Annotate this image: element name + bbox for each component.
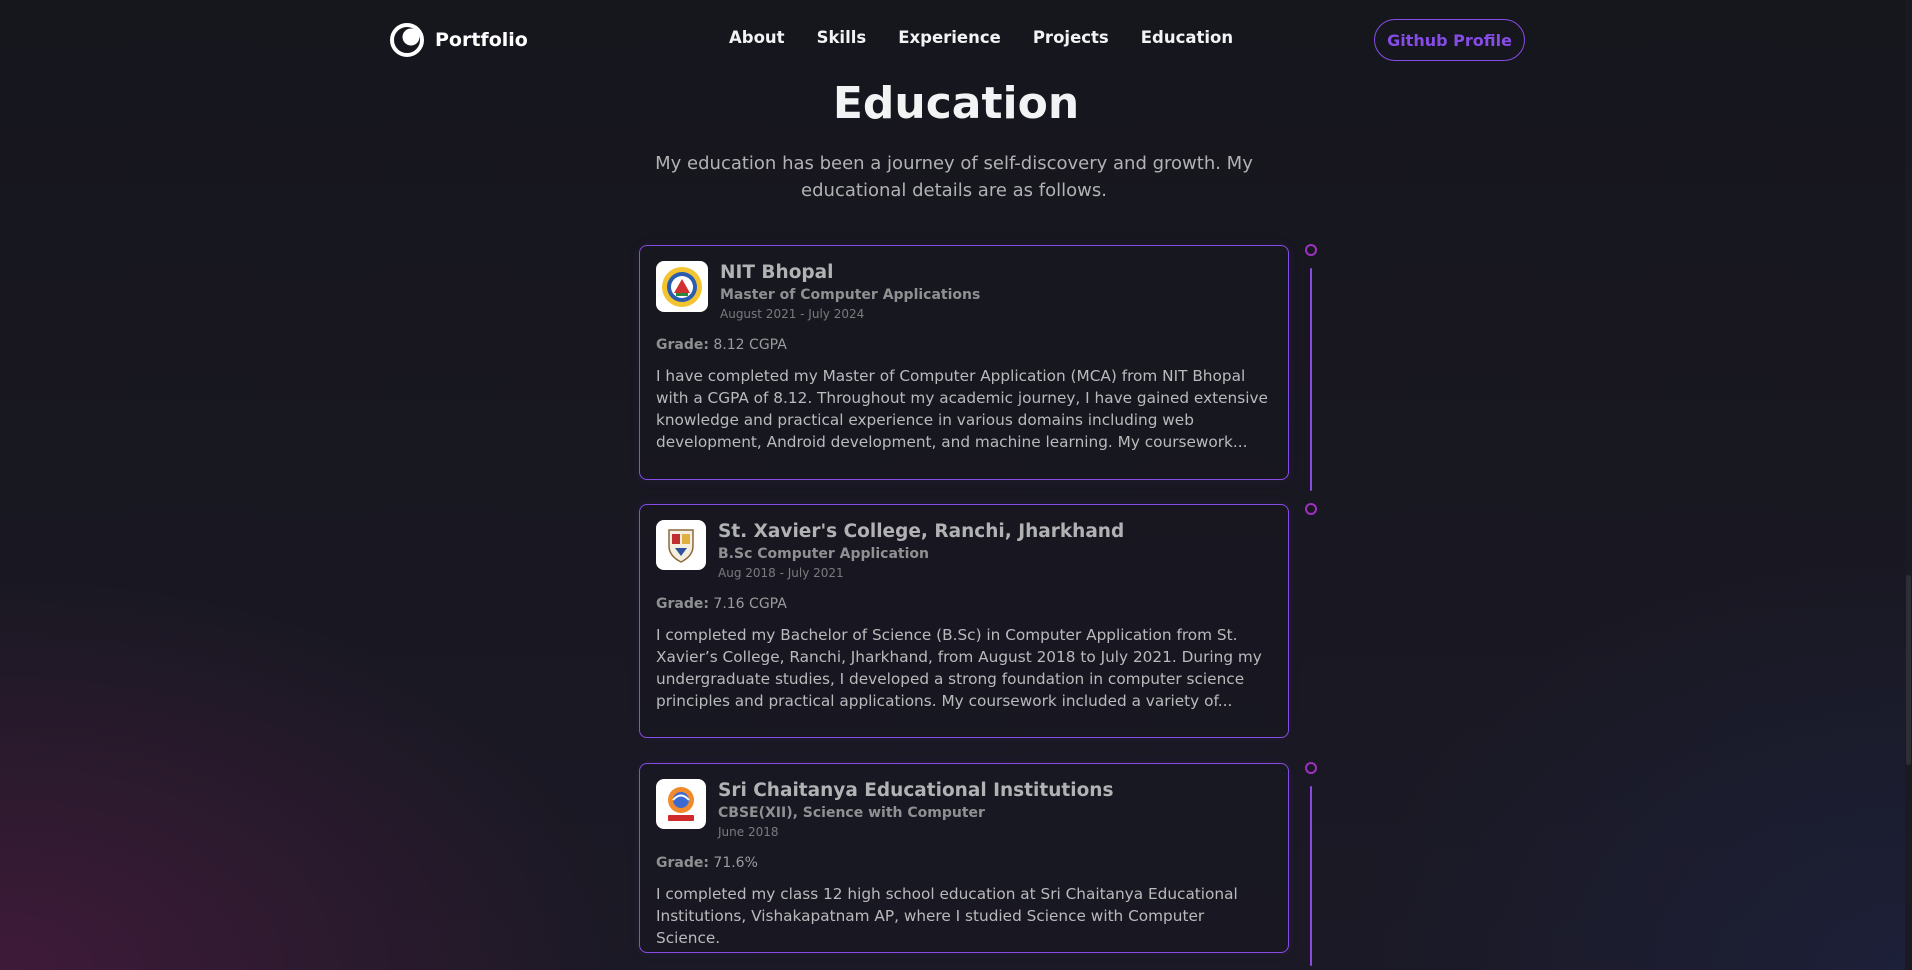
description: I completed my class 12 high school educ…	[656, 885, 1238, 947]
description: I completed my Bachelor of Science (B.Sc…	[656, 626, 1262, 710]
card-titles: St. Xavier's College, Ranchi, Jharkhand …	[718, 520, 1124, 582]
nav-links: About Skills Experience Projects Educati…	[729, 28, 1233, 47]
github-profile-button[interactable]: Github Profile	[1374, 19, 1525, 61]
degree: CBSE(XII), Science with Computer	[718, 805, 985, 821]
date: Aug 2018 - July 2021	[718, 566, 844, 580]
timeline-dot	[1305, 762, 1317, 774]
nit-bhopal-logo-icon	[662, 266, 702, 307]
date: August 2021 - July 2024	[720, 307, 865, 321]
scrollbar-thumb[interactable]	[1906, 575, 1911, 765]
date: June 2018	[718, 825, 779, 839]
brand-name: Portfolio	[435, 29, 528, 51]
education-card[interactable]: Sri Chaitanya Educational Institutions C…	[639, 763, 1289, 953]
portfolio-ring-icon	[390, 23, 424, 57]
nav-link-education[interactable]: Education	[1141, 28, 1233, 47]
school-name: NIT Bhopal	[720, 262, 834, 283]
grade-value: 71.6%	[713, 855, 758, 871]
description: I have completed my Master of Computer A…	[656, 367, 1268, 451]
grade-label: Grade:	[656, 337, 709, 353]
school-name: Sri Chaitanya Educational Institutions	[718, 780, 1114, 801]
navbar: Portfolio About Skills Experience Projec…	[0, 0, 1912, 80]
nav-link-projects[interactable]: Projects	[1033, 28, 1109, 47]
nav-link-experience[interactable]: Experience	[898, 28, 1001, 47]
section-description: My education has been a journey of self-…	[655, 153, 1253, 201]
nit-bhopal-logo	[656, 261, 708, 312]
card-header: St. Xavier's College, Ranchi, Jharkhand …	[656, 520, 1272, 582]
education-card[interactable]: NIT Bhopal Master of Computer Applicatio…	[639, 245, 1289, 480]
grade: Grade: 71.6%	[656, 855, 1272, 871]
grade-label: Grade:	[656, 855, 709, 871]
card-header: Sri Chaitanya Educational Institutions C…	[656, 779, 1272, 841]
grade: Grade: 8.12 CGPA	[656, 337, 1272, 353]
scrollbar-track[interactable]	[1905, 0, 1912, 970]
education-card[interactable]: St. Xavier's College, Ranchi, Jharkhand …	[639, 504, 1289, 738]
card-titles: Sri Chaitanya Educational Institutions C…	[718, 779, 1113, 841]
st-xaviers-logo-icon	[668, 529, 694, 563]
nav-link-skills[interactable]: Skills	[817, 28, 867, 47]
nav-link-about[interactable]: About	[729, 28, 785, 47]
card-titles: NIT Bhopal Master of Computer Applicatio…	[720, 261, 980, 323]
timeline-line	[1310, 268, 1312, 491]
st-xaviers-logo	[656, 520, 706, 570]
sri-chaitanya-logo-icon	[668, 787, 694, 821]
grade-label: Grade:	[656, 596, 709, 612]
grade-value: 7.16 CGPA	[713, 596, 787, 612]
degree: B.Sc Computer Application	[718, 546, 929, 562]
timeline-line	[1310, 786, 1312, 966]
timeline-dot	[1305, 244, 1317, 256]
sri-chaitanya-logo	[656, 779, 706, 829]
grade-value: 8.12 CGPA	[713, 337, 787, 353]
section-title: Education	[832, 78, 1080, 129]
brand[interactable]: Portfolio	[389, 22, 528, 58]
degree: Master of Computer Applications	[720, 287, 981, 303]
school-name: St. Xavier's College, Ranchi, Jharkhand	[718, 521, 1125, 542]
grade: Grade: 7.16 CGPA	[656, 596, 1272, 612]
timeline-dot	[1305, 503, 1317, 515]
card-header: NIT Bhopal Master of Computer Applicatio…	[656, 261, 1272, 323]
